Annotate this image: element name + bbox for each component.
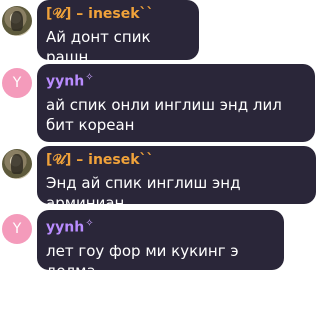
- chat-message: [𝒰] – inesek`` Ай донт спик рашн: [0, 0, 318, 66]
- author-name[interactable]: [𝒰] – inesek``: [46, 151, 307, 169]
- sparkle-icon: ✧: [85, 218, 94, 229]
- avatar[interactable]: [2, 6, 32, 36]
- author-name[interactable]: yynh✧: [46, 215, 275, 237]
- chat-message: [𝒰] – inesek`` Энд ай спик инглиш энд ар…: [0, 146, 318, 212]
- avatar[interactable]: Y: [2, 68, 32, 98]
- message-bubble: [𝒰] – inesek`` Ай донт спик рашн: [37, 0, 199, 66]
- author-name[interactable]: [𝒰] – inesek``: [46, 5, 190, 23]
- message-bubble: yynh✧ лет гоу фор ми кукинг э долма: [37, 210, 284, 280]
- message-bubble: [𝒰] – inesek`` Энд ай спик инглиш энд ар…: [37, 146, 316, 212]
- chat-message: Y yynh✧ ай спик онли инглиш энд лил бит …: [0, 64, 318, 142]
- avatar[interactable]: [2, 149, 32, 179]
- author-name-text: yynh: [46, 219, 85, 236]
- author-name-text: yynh: [46, 73, 85, 90]
- message-text: лет гоу фор ми кукинг э долма: [46, 241, 239, 280]
- avatar[interactable]: Y: [2, 214, 32, 244]
- message-text: Энд ай спик инглиш энд арминиан: [46, 174, 241, 212]
- message-text: Ай донт спик рашн: [46, 28, 151, 66]
- sparkle-icon: ✧: [85, 72, 94, 83]
- author-name[interactable]: yynh✧: [46, 69, 306, 91]
- message-text: ай спик онли инглиш энд лил бит кореан: [46, 95, 282, 134]
- chat-message: Y yynh✧ лет гоу фор ми кукинг э долма: [0, 210, 318, 280]
- avatar-initial: Y: [12, 75, 22, 91]
- avatar-initial: Y: [12, 221, 22, 237]
- message-bubble: yynh✧ ай спик онли инглиш энд лил бит ко…: [37, 64, 315, 142]
